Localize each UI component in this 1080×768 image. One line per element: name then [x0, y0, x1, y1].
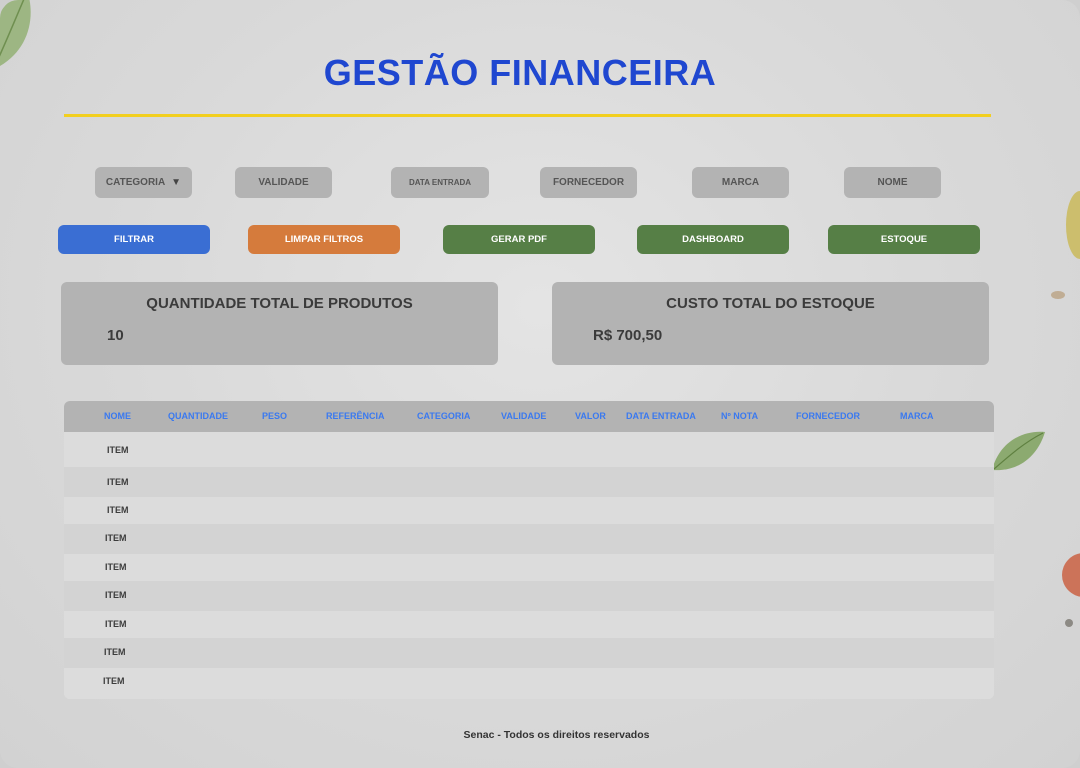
validade-filter-field[interactable]: VALIDADE — [235, 167, 332, 198]
table-row[interactable]: ITEM — [64, 432, 994, 467]
basil-leaf-decoration — [992, 431, 1045, 471]
limpar-filtros-button[interactable]: LIMPAR FILTROS — [248, 225, 400, 254]
marca-filter-label: MARCA — [721, 177, 760, 188]
page-title: GESTÃO FINANCEIRA — [323, 52, 717, 93]
filtrar-button[interactable]: FILTRAR — [58, 225, 210, 254]
table-row[interactable]: ITEM — [64, 554, 994, 581]
column-header-peso[interactable]: PESO — [262, 401, 287, 432]
quantidade-total-card: QUANTIDADE TOTAL DE PRODUTOS 10 — [61, 282, 498, 365]
table-row[interactable]: ITEM — [64, 497, 994, 524]
tomato-decoration — [1062, 553, 1080, 597]
quantidade-total-label: QUANTIDADE TOTAL DE PRODUTOS — [146, 295, 413, 312]
title-divider — [64, 114, 991, 117]
column-header-valor[interactable]: VALOR — [575, 401, 606, 432]
row-name-cell: ITEM — [107, 445, 129, 455]
nome-filter-label: NOME — [877, 177, 908, 188]
data-entrada-filter-field[interactable]: DATA ENTRADA — [391, 167, 489, 198]
olive-decoration — [1066, 191, 1080, 259]
marca-filter-field[interactable]: MARCA — [692, 167, 789, 198]
row-name-cell: ITEM — [105, 562, 127, 572]
column-header-numero-nota[interactable]: Nº NOTA — [721, 401, 758, 432]
fornecedor-filter-field[interactable]: FORNECEDOR — [540, 167, 637, 198]
caret-down-icon: ▼ — [171, 177, 182, 188]
row-name-cell: ITEM — [105, 533, 127, 543]
custo-total-label: CUSTO TOTAL DO ESTOQUE — [666, 295, 875, 312]
products-table: NOME QUANTIDADE PESO REFERÊNCIA CATEGORI… — [64, 401, 994, 699]
dashboard-button[interactable]: DASHBOARD — [637, 225, 789, 254]
table-header: NOME QUANTIDADE PESO REFERÊNCIA CATEGORI… — [64, 401, 994, 432]
column-header-validade[interactable]: VALIDADE — [501, 401, 546, 432]
row-name-cell: ITEM — [107, 505, 129, 515]
row-name-cell: ITEM — [105, 619, 127, 629]
footer-text: Senac - Todos os direitos reservados — [463, 729, 650, 741]
validade-filter-label: VALIDADE — [258, 177, 309, 188]
nome-filter-field[interactable]: NOME — [844, 167, 941, 198]
table-row[interactable]: ITEM — [64, 467, 994, 497]
table-row[interactable]: ITEM — [64, 668, 994, 699]
custo-total-value: R$ 700,50 — [593, 327, 663, 344]
column-header-marca[interactable]: MARCA — [900, 401, 934, 432]
data-entrada-filter-label: DATA ENTRADA — [408, 178, 472, 187]
column-header-categoria[interactable]: CATEGORIA — [417, 401, 470, 432]
column-header-nome[interactable]: NOME — [104, 401, 131, 432]
column-header-data-entrada[interactable]: DATA ENTRADA — [626, 401, 696, 432]
table-row[interactable]: ITEM — [64, 638, 994, 668]
row-name-cell: ITEM — [105, 590, 127, 600]
column-header-fornecedor[interactable]: FORNECEDOR — [796, 401, 860, 432]
fornecedor-filter-label: FORNECEDOR — [552, 177, 625, 188]
custo-total-card: CUSTO TOTAL DO ESTOQUE R$ 700,50 — [552, 282, 989, 365]
pepper-decoration — [1051, 291, 1065, 299]
categoria-filter-label: CATEGORIA — [105, 177, 166, 188]
page: GESTÃO FINANCEIRA CATEGORIA ▼ VALIDADE D… — [0, 0, 1080, 768]
column-header-referencia[interactable]: REFERÊNCIA — [326, 401, 385, 432]
table-row[interactable]: ITEM — [64, 611, 994, 638]
pepper-decoration — [1065, 619, 1073, 627]
table-row[interactable]: ITEM — [64, 524, 994, 554]
row-name-cell: ITEM — [104, 647, 126, 657]
row-name-cell: ITEM — [107, 477, 129, 487]
quantidade-total-value: 10 — [107, 327, 124, 344]
gerar-pdf-button[interactable]: GERAR PDF — [443, 225, 595, 254]
categoria-filter-select[interactable]: CATEGORIA ▼ — [95, 167, 192, 198]
table-row[interactable]: ITEM — [64, 581, 994, 611]
estoque-button[interactable]: ESTOQUE — [828, 225, 980, 254]
row-name-cell: ITEM — [103, 676, 125, 686]
column-header-quantidade[interactable]: QUANTIDADE — [168, 401, 228, 432]
